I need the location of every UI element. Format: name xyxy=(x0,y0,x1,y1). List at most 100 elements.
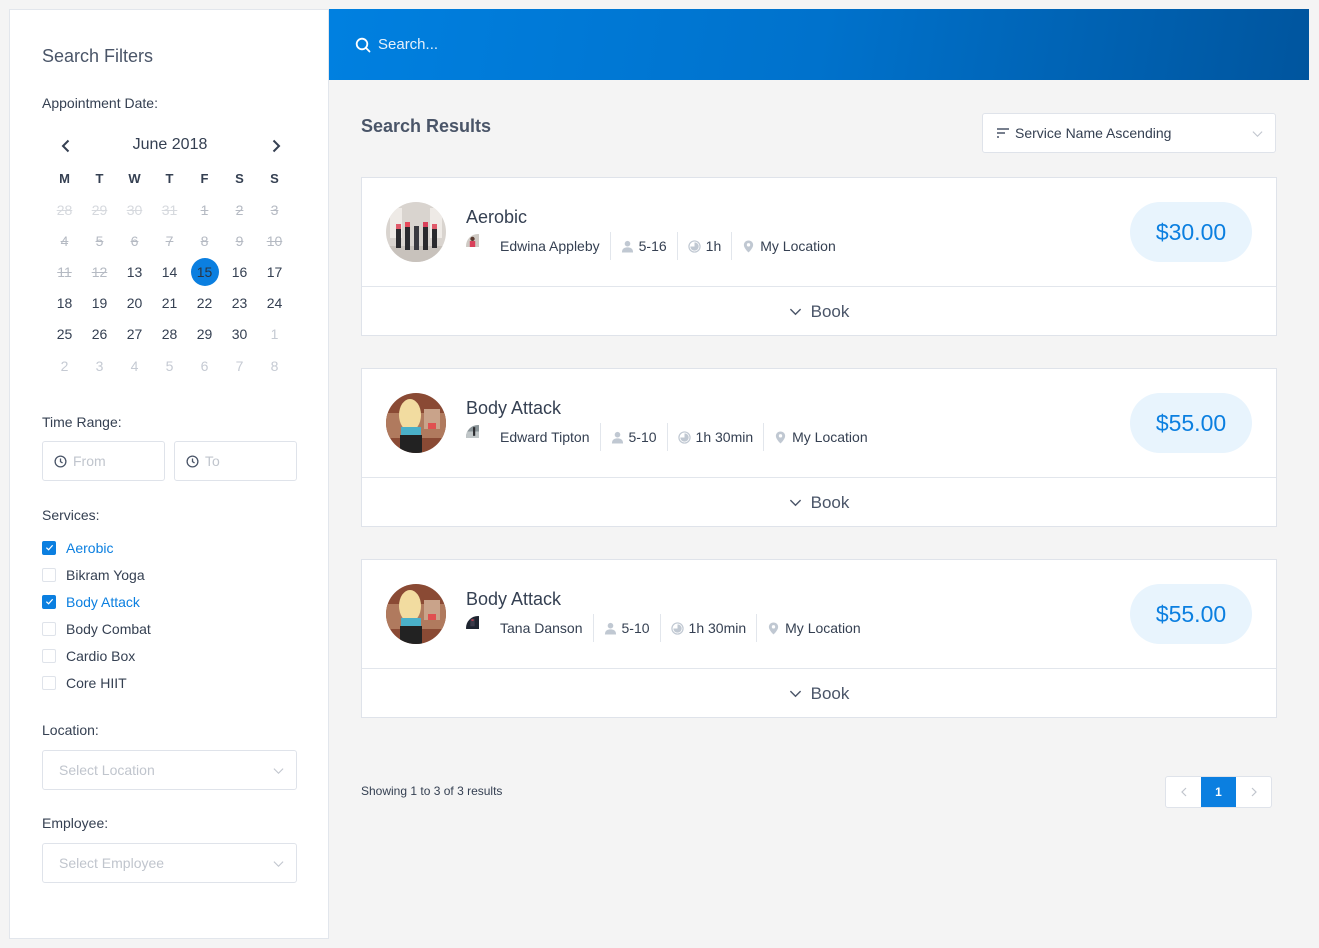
calendar-day[interactable]: 23 xyxy=(222,288,257,319)
calendar-day-number: 4 xyxy=(130,357,139,374)
calendar-day[interactable]: 30 xyxy=(222,319,257,350)
checkbox[interactable] xyxy=(42,648,56,663)
calendar-day[interactable]: 26 xyxy=(82,319,117,350)
calendar-day-number: 12 xyxy=(91,263,108,280)
checkbox[interactable] xyxy=(42,621,56,636)
chevron-down-icon xyxy=(789,499,801,507)
service-checkbox-item[interactable]: Core HIIT xyxy=(42,669,151,696)
calendar-day[interactable]: 7 xyxy=(222,350,257,381)
checkbox[interactable] xyxy=(42,675,56,690)
duration-info: 1h 30min xyxy=(670,614,746,642)
calendar-day-number: 11 xyxy=(57,263,72,280)
duration-info: 1h 30min xyxy=(677,423,754,451)
pagination: 1 xyxy=(1165,776,1272,808)
service-image xyxy=(386,393,446,453)
calendar-day-number: 26 xyxy=(91,326,108,343)
service-checkbox-item[interactable]: Cardio Box xyxy=(42,642,151,669)
calendar-day[interactable]: 19 xyxy=(82,288,117,319)
calendar-day-number: 13 xyxy=(126,263,143,280)
calendar-day: 4 xyxy=(47,225,82,256)
calendar-day[interactable]: 13 xyxy=(117,256,152,287)
calendar-day[interactable]: 5 xyxy=(152,350,187,381)
calendar-day: 8 xyxy=(187,225,222,256)
calendar-day[interactable]: 24 xyxy=(257,288,292,319)
duration-value: 1h 30min xyxy=(695,429,754,445)
service-checkbox-item[interactable]: Body Attack xyxy=(42,588,151,615)
calendar-day[interactable]: 20 xyxy=(117,288,152,319)
checkbox[interactable] xyxy=(42,567,56,582)
calendar-day[interactable]: 28 xyxy=(152,319,187,350)
book-button[interactable]: Book xyxy=(362,478,1276,527)
calendar-day[interactable]: 25 xyxy=(47,319,82,350)
service-checkbox-item[interactable]: Bikram Yoga xyxy=(42,561,151,588)
calendar-day[interactable]: 17 xyxy=(257,256,292,287)
calendar-day[interactable]: 21 xyxy=(152,288,187,319)
calendar-day: 12 xyxy=(82,256,117,287)
calendar-day-number: 2 xyxy=(235,201,244,218)
calendar-day[interactable]: 18 xyxy=(47,288,82,319)
calendar-day-number: 27 xyxy=(126,326,143,343)
calendar-day[interactable]: 1 xyxy=(257,319,292,350)
calendar-day: 29 xyxy=(82,194,117,225)
time-to-input[interactable]: To xyxy=(174,441,297,481)
service-meta: Tana Danson 5-10 1h 30min My Location xyxy=(466,614,861,642)
capacity-info: 5-16 xyxy=(621,232,667,260)
calendar-day-number: 20 xyxy=(126,295,143,312)
location-select[interactable]: Select Location xyxy=(42,750,297,790)
time-from-input[interactable]: From xyxy=(42,441,165,481)
calendar-day[interactable]: 29 xyxy=(187,319,222,350)
sort-select[interactable]: Service Name Ascending xyxy=(982,113,1276,153)
calendar-day: 28 xyxy=(47,194,82,225)
calendar-day-selected[interactable]: 15 xyxy=(187,256,222,287)
calendar-day-number: 29 xyxy=(91,201,108,218)
service-checkbox-item[interactable]: Aerobic xyxy=(42,534,151,561)
checkbox[interactable] xyxy=(42,540,56,555)
chevron-down-icon xyxy=(789,690,801,698)
card-summary[interactable]: Aerobic Edwina Appleby 5-16 1h My Location $3… xyxy=(362,178,1276,287)
divider xyxy=(599,423,601,451)
duration-icon xyxy=(687,239,701,253)
duration-info: 1h xyxy=(687,232,721,260)
calendar-day-number: 18 xyxy=(56,295,73,312)
checkbox[interactable] xyxy=(42,594,56,609)
card-summary[interactable]: Body Attack Edward Tipton 5-10 1h 30min My L… xyxy=(362,369,1276,478)
search-input[interactable] xyxy=(378,36,978,53)
calendar-grid: M T W T F S S 28 29 30 31 1 2 3 4 5 6 7 8 9 10 11 12 13 14 15 16 17… xyxy=(47,170,292,381)
calendar-day[interactable]: 2 xyxy=(47,350,82,381)
sort-value: Service Name Ascending xyxy=(1015,125,1172,141)
employee-info: Edwina Appleby xyxy=(466,232,600,260)
chevron-down-icon xyxy=(789,308,801,316)
calendar-day[interactable]: 4 xyxy=(117,350,152,381)
calendar-day-number: 8 xyxy=(270,357,279,374)
calendar-day: 9 xyxy=(222,225,257,256)
results-count-text: Showing 1 to 3 of 3 results xyxy=(361,784,503,798)
calendar-day: 5 xyxy=(82,225,117,256)
calendar-day[interactable]: 16 xyxy=(222,256,257,287)
card-summary[interactable]: Body Attack Tana Danson 5-10 1h 30min My Loc… xyxy=(362,560,1276,669)
calendar-day[interactable]: 27 xyxy=(117,319,152,350)
service-checkbox-item[interactable]: Body Combat xyxy=(42,615,151,642)
calendar-day-number: 1 xyxy=(200,201,209,218)
search-results-title: Search Results xyxy=(361,116,492,136)
calendar-day[interactable]: 22 xyxy=(187,288,222,319)
capacity-value: 5-10 xyxy=(628,429,657,445)
calendar-day: 11 xyxy=(47,256,82,287)
book-button[interactable]: Book xyxy=(362,669,1276,718)
calendar-day[interactable]: 14 xyxy=(152,256,187,287)
calendar-day-number: 10 xyxy=(266,232,283,249)
calendar-day-number: 5 xyxy=(95,232,104,249)
calendar-day[interactable]: 6 xyxy=(187,350,222,381)
filters-title: Search Filters xyxy=(42,46,154,66)
calendar-day[interactable]: 3 xyxy=(82,350,117,381)
book-button[interactable]: Book xyxy=(362,287,1276,336)
page-1-button[interactable]: 1 xyxy=(1201,777,1236,807)
calendar-day[interactable]: 8 xyxy=(257,350,292,381)
employee-select[interactable]: Select Employee xyxy=(42,843,297,883)
divider xyxy=(659,614,661,642)
next-page-button[interactable] xyxy=(1236,777,1271,807)
weekday-header: S xyxy=(270,171,279,186)
search-header xyxy=(329,9,1309,80)
next-month-button[interactable] xyxy=(264,134,288,158)
book-label: Book xyxy=(810,301,850,321)
prev-page-button[interactable] xyxy=(1166,777,1201,807)
